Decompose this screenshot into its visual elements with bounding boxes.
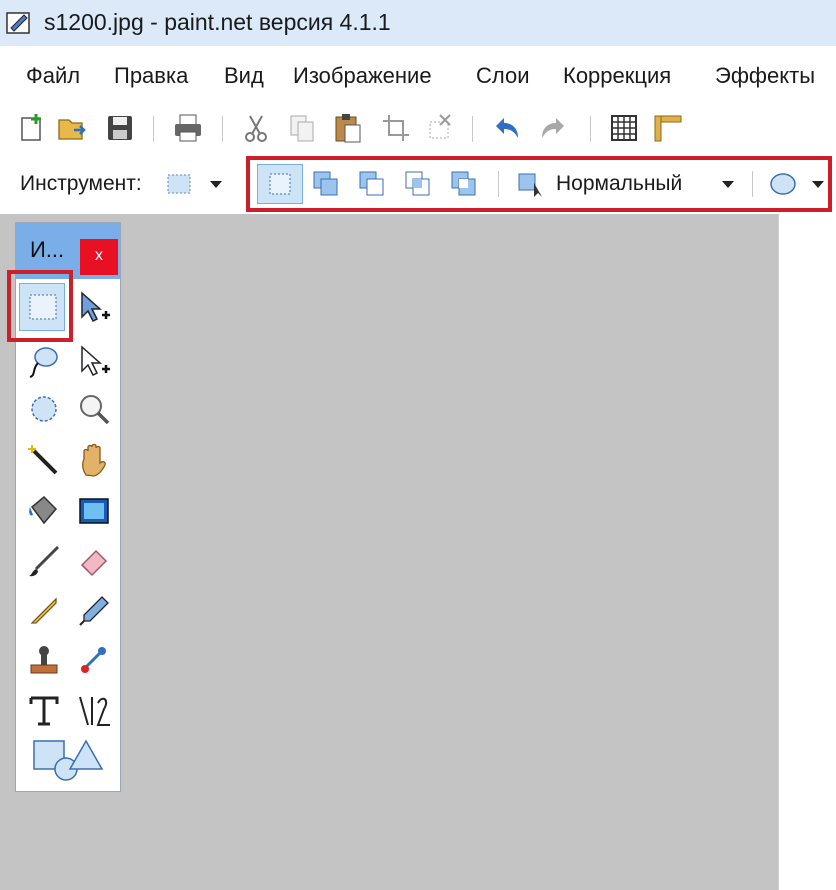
clone-stamp-icon[interactable]: [26, 643, 62, 679]
recolor-icon[interactable]: [76, 643, 112, 679]
menu-file[interactable]: Файл: [26, 63, 80, 89]
line-curve-icon[interactable]: [76, 693, 112, 729]
menu-image[interactable]: Изображение: [293, 63, 432, 89]
tools-window: И... x: [7, 222, 121, 792]
move-selection-icon[interactable]: [76, 289, 112, 325]
undo-icon[interactable]: [490, 112, 522, 144]
intersect-mode-icon[interactable]: [403, 169, 433, 199]
toolbar-separator: [222, 116, 223, 142]
right-panel-strip: [778, 214, 836, 890]
chevron-down-icon[interactable]: [210, 181, 222, 188]
eraser-icon[interactable]: [76, 543, 112, 579]
menu-adjustments[interactable]: Коррекция: [563, 63, 671, 89]
magic-wand-icon[interactable]: [26, 443, 62, 479]
text-icon[interactable]: [26, 693, 62, 729]
rectangle-select-icon: [29, 294, 57, 320]
toolbar-separator: [472, 116, 473, 142]
pan-icon[interactable]: [76, 443, 112, 479]
title-bar: s1200.jpg - paint.net версия 4.1.1: [0, 0, 836, 46]
replace-mode-button[interactable]: [257, 164, 303, 204]
union-mode-icon[interactable]: [311, 169, 341, 199]
color-picker-icon[interactable]: [76, 593, 112, 629]
ruler-icon[interactable]: [652, 112, 684, 144]
tools-window-title: И...: [30, 237, 65, 262]
shapes-icon[interactable]: [32, 737, 104, 781]
crop-icon[interactable]: [380, 112, 412, 144]
replace-mode-icon: [269, 173, 291, 195]
lasso-select-icon[interactable]: [26, 343, 62, 379]
print-icon[interactable]: [172, 112, 204, 144]
move-selected-icon[interactable]: [76, 343, 112, 379]
save-icon[interactable]: [104, 112, 136, 144]
paste-icon[interactable]: [332, 112, 364, 144]
open-icon[interactable]: [56, 112, 88, 144]
ellipse-select-icon[interactable]: [26, 391, 62, 427]
rectangle-select-tool[interactable]: [19, 283, 65, 331]
menu-effects[interactable]: Эффекты: [715, 63, 815, 89]
paintnet-app-icon[interactable]: [6, 10, 32, 36]
main-toolbar: [0, 104, 836, 156]
copy-icon[interactable]: [286, 112, 318, 144]
toolbar-separator: [590, 116, 591, 142]
menu-bar: Файл Правка Вид Изображение Слои Коррекц…: [0, 46, 836, 104]
selection-mode-dropdown[interactable]: Нормальный: [556, 172, 682, 196]
menu-edit[interactable]: Правка: [114, 63, 188, 89]
pencil-icon[interactable]: [26, 593, 62, 629]
new-image-icon[interactable]: [16, 112, 48, 144]
chevron-down-icon[interactable]: [812, 181, 824, 188]
window-title: s1200.jpg - paint.net версия 4.1.1: [44, 9, 391, 35]
current-tool-icon[interactable]: [164, 169, 194, 199]
invert-mode-icon[interactable]: [449, 169, 479, 199]
paint-bucket-icon[interactable]: [26, 493, 62, 529]
tool-options-bar: Инструмент: Нормальный: [0, 156, 836, 214]
exclude-mode-icon[interactable]: [357, 169, 387, 199]
paintbrush-icon[interactable]: [26, 543, 62, 579]
menu-view[interactable]: Вид: [224, 63, 264, 89]
redo-icon[interactable]: [538, 112, 570, 144]
close-button[interactable]: x: [80, 239, 118, 275]
cut-icon[interactable]: [240, 112, 272, 144]
deselect-icon[interactable]: [424, 112, 456, 144]
antialiasing-icon[interactable]: [768, 169, 798, 199]
chevron-down-icon[interactable]: [722, 181, 734, 188]
options-separator: [752, 171, 753, 197]
grid-icon[interactable]: [608, 112, 640, 144]
options-separator: [498, 171, 499, 197]
toolbar-separator: [153, 116, 154, 142]
menu-layers[interactable]: Слои: [476, 63, 530, 89]
tool-label: Инструмент:: [20, 172, 142, 195]
selection-quality-icon[interactable]: [516, 169, 546, 199]
gradient-icon[interactable]: [76, 493, 112, 529]
zoom-icon[interactable]: [76, 391, 112, 427]
